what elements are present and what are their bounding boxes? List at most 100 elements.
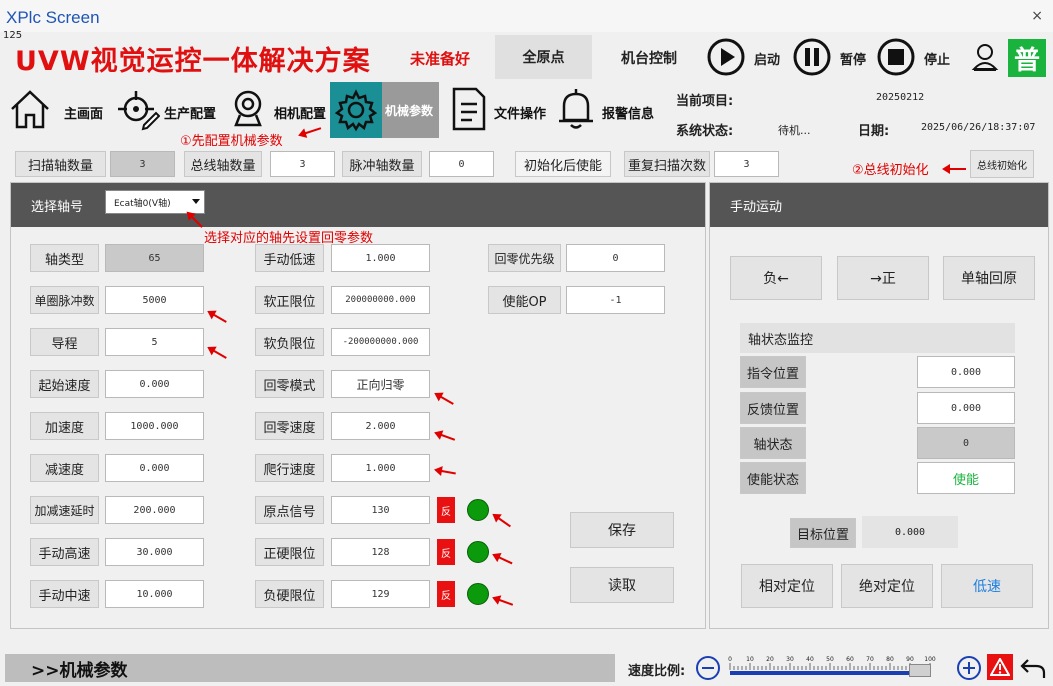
param-value-start-speed[interactable]: 0.000 — [105, 370, 204, 398]
pulse-axis-value[interactable]: 0 — [429, 151, 494, 177]
back-arrow-icon[interactable] — [1019, 656, 1047, 680]
target-position-value[interactable]: 0.000 — [862, 516, 958, 548]
param-value-soft-pos-limit[interactable]: 200000000.000 — [331, 286, 430, 314]
neg-hard-limit-invert-toggle[interactable]: 反 — [437, 581, 455, 607]
neg-hard-limit-led — [467, 583, 489, 605]
monitor-label-cmd-pos: 指令位置 — [740, 356, 806, 388]
manual-motion-title: 手动运动 — [730, 200, 783, 215]
bell-icon — [559, 89, 593, 129]
plus-icon-vertical — [968, 662, 970, 674]
monitor-value-enable-state[interactable]: 使能 — [917, 462, 1015, 494]
monitor-label-axis-state: 轴状态 — [740, 427, 806, 459]
nav-mechanical[interactable]: 机械参数 — [330, 82, 439, 138]
warning-triangle-icon — [990, 658, 1010, 676]
single-axis-home-button[interactable]: 单轴回原 — [943, 256, 1035, 300]
read-button[interactable]: 读取 — [570, 567, 674, 603]
speed-slider-thumb[interactable] — [909, 664, 931, 677]
param-label-pos-hard-limit: 正硬限位 — [255, 538, 324, 566]
param-label-enable-op: 使能OP — [488, 286, 561, 314]
machine-control-label[interactable]: 机台控制 — [621, 48, 677, 68]
system-status-label: 系统状态: — [676, 124, 734, 139]
jog-negative-button[interactable]: 负← — [730, 256, 822, 300]
speed-slider-tick-label: 20 — [766, 656, 774, 663]
breadcrumb-text: >>机械参数 — [31, 660, 128, 681]
param-value-origin-signal[interactable]: 130 — [331, 496, 430, 524]
param-value-pos-hard-limit[interactable]: 128 — [331, 538, 430, 566]
speed-slider-tick-label: 90 — [906, 656, 914, 663]
system-status-value: 待机... — [778, 124, 811, 137]
nav-alarm-label: 报警信息 — [602, 107, 655, 122]
pos-hard-limit-invert-toggle[interactable]: 反 — [437, 539, 455, 565]
speed-ratio-slider[interactable]: 0 10 20 30 40 50 60 70 80 90 100 — [724, 652, 954, 682]
param-value-enable-op[interactable]: -1 — [566, 286, 665, 314]
param-label-manual-high: 手动高速 — [30, 538, 99, 566]
window-title: XPlc Screen — [6, 8, 100, 27]
speed-decrease-button[interactable] — [696, 656, 720, 680]
home-icon — [11, 90, 49, 129]
bus-axis-value[interactable]: 3 — [270, 151, 335, 177]
jog-positive-button[interactable]: →正 — [837, 256, 929, 300]
user-level-badge[interactable]: 普 — [1008, 39, 1046, 77]
speed-slider-tick-label: 80 — [886, 656, 894, 663]
speed-slider-tick-label: 30 — [786, 656, 794, 663]
param-value-home-mode[interactable]: 正向归零 — [331, 370, 430, 398]
current-project-label: 当前项目: — [676, 94, 734, 109]
init-enable-button[interactable]: 初始化后使能 — [515, 151, 611, 177]
param-value-manual-mid[interactable]: 10.000 — [105, 580, 204, 608]
user-icon[interactable] — [970, 42, 1000, 74]
nav-file[interactable]: 文件操作 — [448, 84, 552, 136]
param-value-lead[interactable]: 5 — [105, 328, 204, 356]
param-value-home-priority[interactable]: 0 — [566, 244, 665, 272]
relative-move-button[interactable]: 相对定位 — [741, 564, 833, 608]
param-value-pulses-per-rev[interactable]: 5000 — [105, 286, 204, 314]
origin-signal-invert-toggle[interactable]: 反 — [437, 497, 455, 523]
repeat-scan-value[interactable]: 3 — [714, 151, 779, 177]
param-value-home-speed[interactable]: 2.000 — [331, 412, 430, 440]
stop-label: 停止 — [924, 53, 951, 68]
origin-signal-led — [467, 499, 489, 521]
stop-button[interactable]: 停止 — [876, 37, 956, 77]
chevron-down-icon — [192, 199, 200, 204]
start-button[interactable]: 启动 — [706, 37, 786, 77]
low-speed-button[interactable]: 低速 — [941, 564, 1033, 608]
speed-increase-button[interactable] — [957, 656, 981, 680]
nav-alarm[interactable]: 报警信息 — [556, 84, 660, 136]
scan-axis-value[interactable]: 3 — [110, 151, 175, 177]
absolute-move-button[interactable]: 绝对定位 — [841, 564, 933, 608]
param-value-accel-delay[interactable]: 200.000 — [105, 496, 204, 524]
close-icon[interactable]: × — [1031, 8, 1043, 24]
date-value: 2025/06/26/18:37:07 — [921, 122, 1036, 133]
param-value-acceleration[interactable]: 1000.000 — [105, 412, 204, 440]
monitor-label-fb-pos: 反馈位置 — [740, 392, 806, 424]
pos-hard-limit-led — [467, 541, 489, 563]
param-label-home-speed: 回零速度 — [255, 412, 324, 440]
bus-init-button[interactable]: 总线初始化 — [970, 150, 1034, 178]
current-project-value: 20250212 — [876, 92, 925, 103]
axis-monitor-title: 轴状态监控 — [748, 332, 814, 348]
pause-label: 暂停 — [840, 53, 867, 68]
nav-home[interactable]: 主画面 — [6, 84, 106, 136]
param-value-axis-type[interactable]: 65 — [105, 244, 204, 272]
speed-slider-tick-label: 10 — [746, 656, 754, 663]
save-button[interactable]: 保存 — [570, 512, 674, 548]
all-home-button[interactable]: 全原点 — [495, 35, 592, 79]
nav-mechanical-label: 机械参数 — [385, 104, 434, 118]
param-value-manual-low[interactable]: 1.000 — [331, 244, 430, 272]
nav-production[interactable]: 生产配置 — [116, 84, 226, 136]
param-value-creep-speed[interactable]: 1.000 — [331, 454, 430, 482]
speed-slider-tick-label: 40 — [806, 656, 814, 663]
param-label-lead: 导程 — [30, 328, 99, 356]
param-label-home-mode: 回零模式 — [255, 370, 324, 398]
param-value-deceleration[interactable]: 0.000 — [105, 454, 204, 482]
minus-icon — [702, 667, 714, 669]
speed-slider-track — [730, 671, 930, 675]
window-titlebar: XPlc Screen × — [0, 0, 1053, 32]
param-value-soft-neg-limit[interactable]: -200000000.000 — [331, 328, 430, 356]
target-position-label: 目标位置 — [790, 518, 856, 548]
alarm-warning-icon[interactable] — [987, 654, 1013, 680]
pause-button[interactable]: 暂停 — [792, 37, 872, 77]
param-value-manual-high[interactable]: 30.000 — [105, 538, 204, 566]
speed-slider-tick-label: 0 — [728, 656, 732, 663]
param-label-home-priority: 回零优先级 — [488, 244, 561, 272]
param-value-neg-hard-limit[interactable]: 129 — [331, 580, 430, 608]
